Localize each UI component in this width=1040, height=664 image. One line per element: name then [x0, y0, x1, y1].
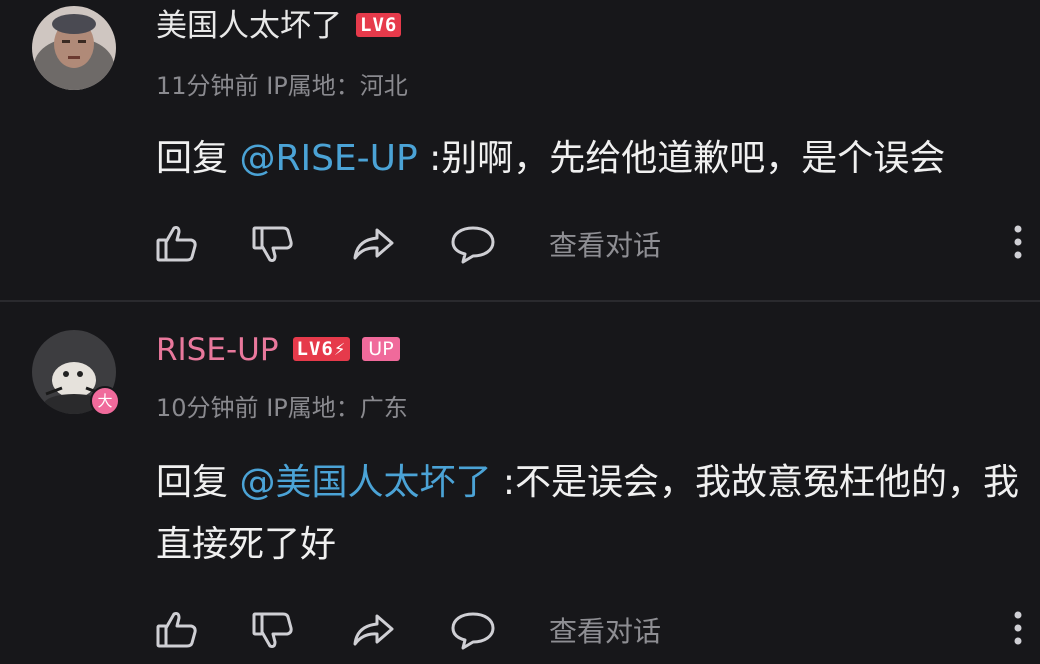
username-text[interactable]: 美国人太坏了 — [156, 8, 342, 44]
like-icon[interactable] — [155, 222, 199, 266]
more-icon[interactable] — [1006, 606, 1030, 650]
mention-link[interactable]: @美国人太坏了 — [239, 462, 491, 503]
comment-item: 大 RISE-UP LV6⚡ UP 10分钟前 IP属地：广东 回复 @美国人太坏了… — [0, 302, 1040, 664]
username-text[interactable]: RISE-UP — [156, 332, 279, 368]
reply-prefix: 回复 — [156, 462, 240, 503]
ip-location: IP属地：河北 — [266, 72, 408, 100]
mention-link[interactable]: @RISE-UP — [239, 138, 417, 179]
username[interactable]: 美国人太坏了 LV6 — [156, 6, 402, 46]
more-icon[interactable] — [1006, 220, 1030, 264]
share-icon[interactable] — [351, 608, 395, 652]
timestamp: 11分钟前 — [156, 72, 259, 100]
dislike-icon[interactable] — [251, 222, 295, 266]
avatar-level-badge: 大 — [90, 386, 120, 416]
avatar[interactable] — [32, 6, 116, 90]
comment-meta: 11分钟前 IP属地：河北 — [156, 66, 408, 101]
up-badge: UP — [362, 336, 400, 361]
timestamp: 10分钟前 — [156, 394, 259, 422]
ip-location: IP属地：广东 — [266, 394, 408, 422]
view-conversation-button[interactable]: 查看对话 — [549, 610, 661, 650]
reply-icon[interactable] — [451, 608, 495, 652]
comment-item: 美国人太坏了 LV6 11分钟前 IP属地：河北 回复 @RISE-UP :别啊，… — [0, 0, 1040, 300]
level-badge: LV6 — [356, 12, 402, 37]
comment-meta: 10分钟前 IP属地：广东 — [156, 388, 408, 423]
reply-prefix: 回复 — [156, 138, 240, 179]
comment-text: 回复 @RISE-UP :别啊，先给他道歉吧，是个误会 — [156, 128, 1036, 190]
action-bar: 查看对话 — [0, 604, 1040, 654]
comment-body: :别啊，先给他道歉吧，是个误会 — [417, 138, 946, 179]
like-icon[interactable] — [155, 608, 199, 652]
dislike-icon[interactable] — [251, 608, 295, 652]
username[interactable]: RISE-UP LV6⚡ UP — [156, 330, 400, 370]
level-badge: LV6⚡ — [292, 336, 351, 361]
view-conversation-button[interactable]: 查看对话 — [549, 224, 661, 264]
share-icon[interactable] — [351, 222, 395, 266]
comment-text: 回复 @美国人太坏了 :不是误会，我故意冤枉他的，我直接死了好 — [156, 452, 1036, 576]
action-bar: 查看对话 — [0, 218, 1040, 268]
reply-icon[interactable] — [451, 222, 495, 266]
